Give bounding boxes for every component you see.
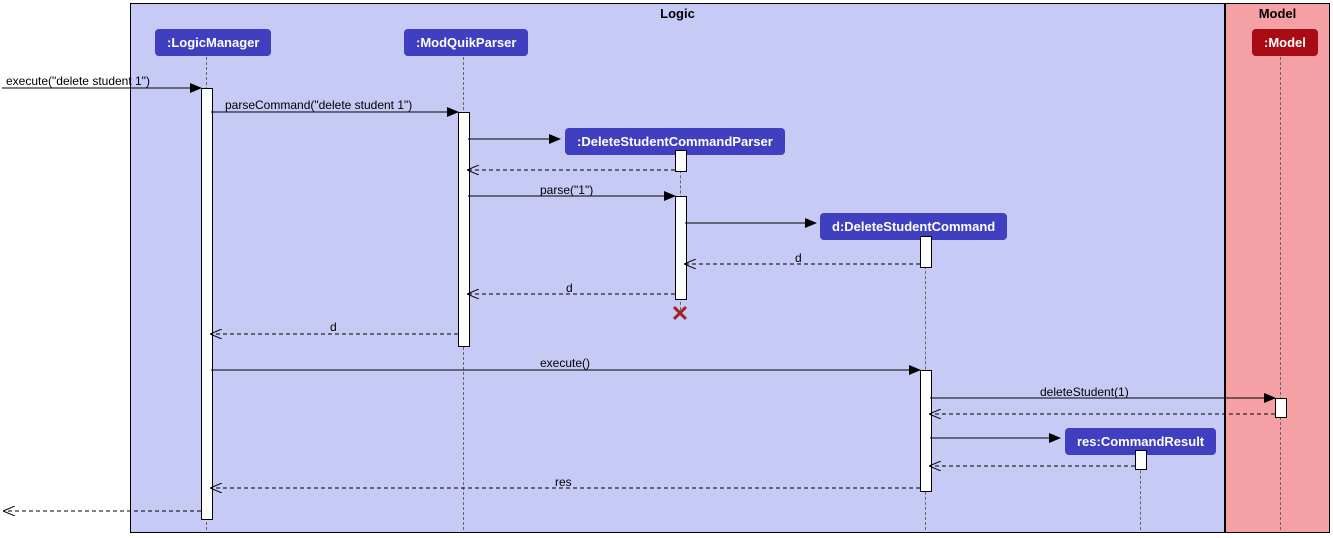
region-model: Model	[1225, 3, 1330, 533]
activation-logicmanager	[201, 88, 213, 520]
msg-execute2: execute()	[540, 356, 590, 370]
activation-commandresult	[1135, 450, 1147, 470]
activation-dsc-2	[920, 370, 932, 492]
msg-parsecommand: parseCommand("delete student 1")	[225, 98, 412, 112]
msg-parse: parse("1")	[540, 183, 593, 197]
activation-dscp-2	[675, 196, 687, 300]
participant-model: :Model	[1252, 29, 1318, 56]
lifeline-model	[1280, 52, 1281, 530]
region-logic-label: Logic	[660, 6, 695, 21]
activation-model	[1275, 398, 1287, 418]
activation-dsc-1	[920, 236, 932, 268]
activation-modquikparser	[458, 112, 470, 347]
destroy-icon: ✕	[671, 301, 689, 327]
msg-d3: d	[330, 320, 337, 334]
msg-d2: d	[566, 281, 573, 295]
msg-d1: d	[795, 251, 802, 265]
msg-deletestudent: deleteStudent(1)	[1040, 385, 1129, 399]
participant-modquikparser: :ModQuikParser	[404, 29, 528, 56]
participant-logicmanager: :LogicManager	[155, 29, 271, 56]
msg-res: res	[555, 475, 572, 489]
sequence-diagram: Logic Model :LogicManager :ModQuikParser…	[0, 0, 1333, 538]
activation-dscp-1	[675, 150, 687, 172]
participant-dsc: d:DeleteStudentCommand	[820, 213, 1007, 240]
region-model-label: Model	[1259, 6, 1297, 21]
msg-execute: execute("delete student 1")	[6, 74, 150, 88]
